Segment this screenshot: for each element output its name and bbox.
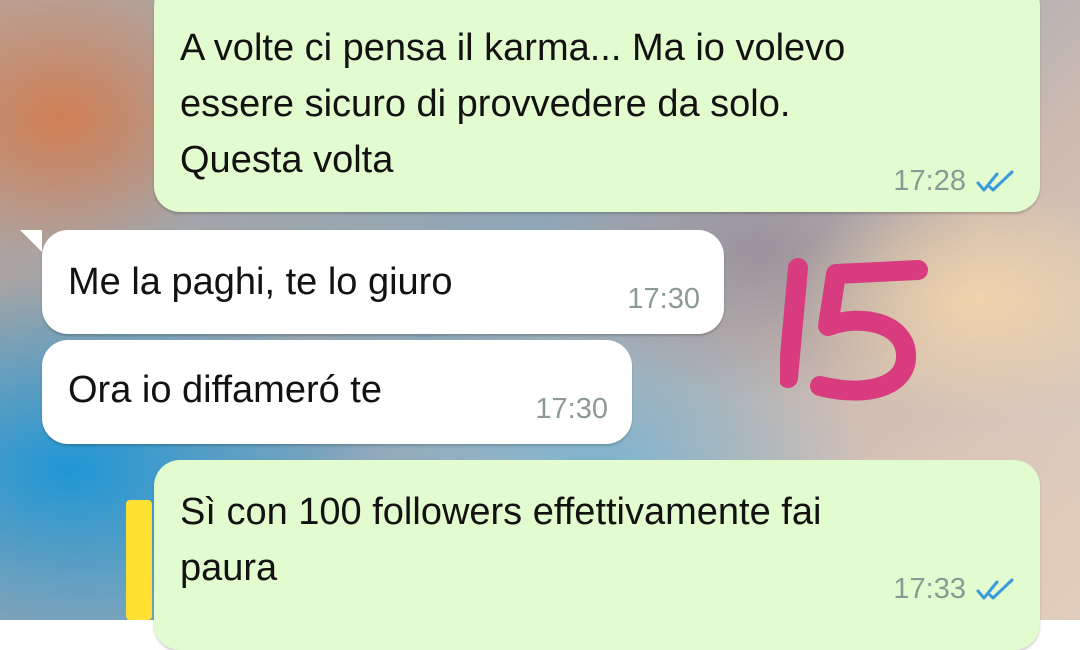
message-time: 17:30	[535, 393, 608, 425]
incoming-message-bubble[interactable]: Me la paghi, te lo giuro 17:30	[42, 230, 724, 334]
message-meta: 17:33	[893, 573, 1016, 606]
message-text: A volte ci pensa il karma... Ma io volev…	[180, 27, 846, 181]
message-meta: 17:28	[893, 165, 1016, 198]
message-text: Sì con 100 followers effettivamente fai …	[180, 491, 822, 589]
message-time: 17:28	[893, 165, 966, 197]
outgoing-message-bubble[interactable]: Sì con 100 followers effettivamente fai …	[154, 460, 1040, 650]
message-text: Me la paghi, te lo giuro	[68, 261, 453, 303]
read-double-tick-icon	[976, 170, 1014, 191]
message-meta: 17:30	[535, 393, 608, 426]
read-double-tick-icon	[976, 578, 1014, 599]
message-text: Ora io diffameró te	[68, 369, 383, 411]
outgoing-message-bubble[interactable]: A volte ci pensa il karma... Ma io volev…	[154, 0, 1040, 212]
handwritten-15-sticker	[780, 258, 928, 401]
message-time: 17:30	[627, 283, 700, 315]
incoming-message-bubble[interactable]: Ora io diffameró te 17:30	[42, 340, 632, 444]
message-meta: 17:30	[627, 283, 700, 316]
yellow-highlight-bar	[126, 500, 152, 620]
message-time: 17:33	[893, 573, 966, 605]
incoming-bubble-tail	[20, 230, 42, 252]
